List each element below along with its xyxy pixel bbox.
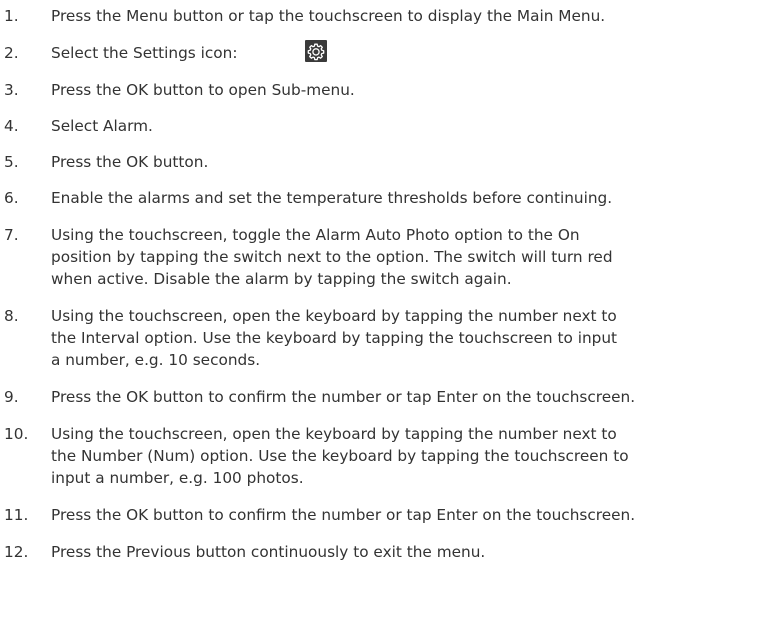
step-text-line: Using the touchscreen, open the keyboard… <box>51 425 617 443</box>
step-text: Press the OK button. <box>51 151 764 173</box>
step-text: Select the Settings icon: <box>51 40 764 64</box>
step-text-line: Enable the alarms and set the temperatur… <box>51 189 613 207</box>
step-text: Select Alarm. <box>51 115 764 137</box>
step-text: Press the Menu button or tap the touchsc… <box>51 5 764 27</box>
step-number: 8. <box>4 307 19 325</box>
step-text-line: Press the Menu button or tap the touchsc… <box>51 7 606 25</box>
step-number: 7. <box>4 226 19 244</box>
step-text-line: Press the OK button to open Sub-menu. <box>51 81 355 99</box>
step-text: Using the touchscreen, toggle the Alarm … <box>51 224 764 290</box>
settings-gear-icon <box>305 40 327 62</box>
step-number: 5. <box>4 153 19 171</box>
step-text-line: Select Alarm. <box>51 117 153 135</box>
step-text: Press the OK button to confirm the numbe… <box>51 386 764 408</box>
step-text-line: Press the OK button to confirm the numbe… <box>51 506 636 524</box>
step-number: 2. <box>4 44 19 62</box>
step-text: Using the touchscreen, open the keyboard… <box>51 305 764 371</box>
step-number: 3. <box>4 81 19 99</box>
step-number: 11. <box>4 506 29 524</box>
step-text-line: Using the touchscreen, open the keyboard… <box>51 307 617 325</box>
step-text-line: the Interval option. Use the keyboard by… <box>51 329 618 347</box>
step-text-line: position by tapping the switch next to t… <box>51 248 613 266</box>
step-text: Press the OK button to confirm the numbe… <box>51 504 764 526</box>
step-number: 6. <box>4 189 19 207</box>
step-text: Press the OK button to open Sub-menu. <box>51 79 764 101</box>
step-text-line: Press the OK button to confirm the numbe… <box>51 388 636 406</box>
step-text: Enable the alarms and set the temperatur… <box>51 187 764 209</box>
step-number: 9. <box>4 388 19 406</box>
step-number: 10. <box>4 425 29 443</box>
step-text-line: a number, e.g. 10 seconds. <box>51 351 261 369</box>
step-number: 4. <box>4 117 19 135</box>
step-text-line: the Number (Num) option. Use the keyboar… <box>51 447 629 465</box>
step-text-line: Press the Previous button continuously t… <box>51 543 486 561</box>
step-number: 12. <box>4 543 29 561</box>
step-text-line: when active. Disable the alarm by tappin… <box>51 270 512 288</box>
step-number: 1. <box>4 7 19 25</box>
step-text-line: Using the touchscreen, toggle the Alarm … <box>51 226 580 244</box>
step-text-line: input a number, e.g. 100 photos. <box>51 469 304 487</box>
step-text: Press the Previous button continuously t… <box>51 541 764 563</box>
step-text-line: Press the OK button. <box>51 153 209 171</box>
step-text-line: Select the Settings icon: <box>51 44 238 62</box>
step-text: Using the touchscreen, open the keyboard… <box>51 423 764 489</box>
